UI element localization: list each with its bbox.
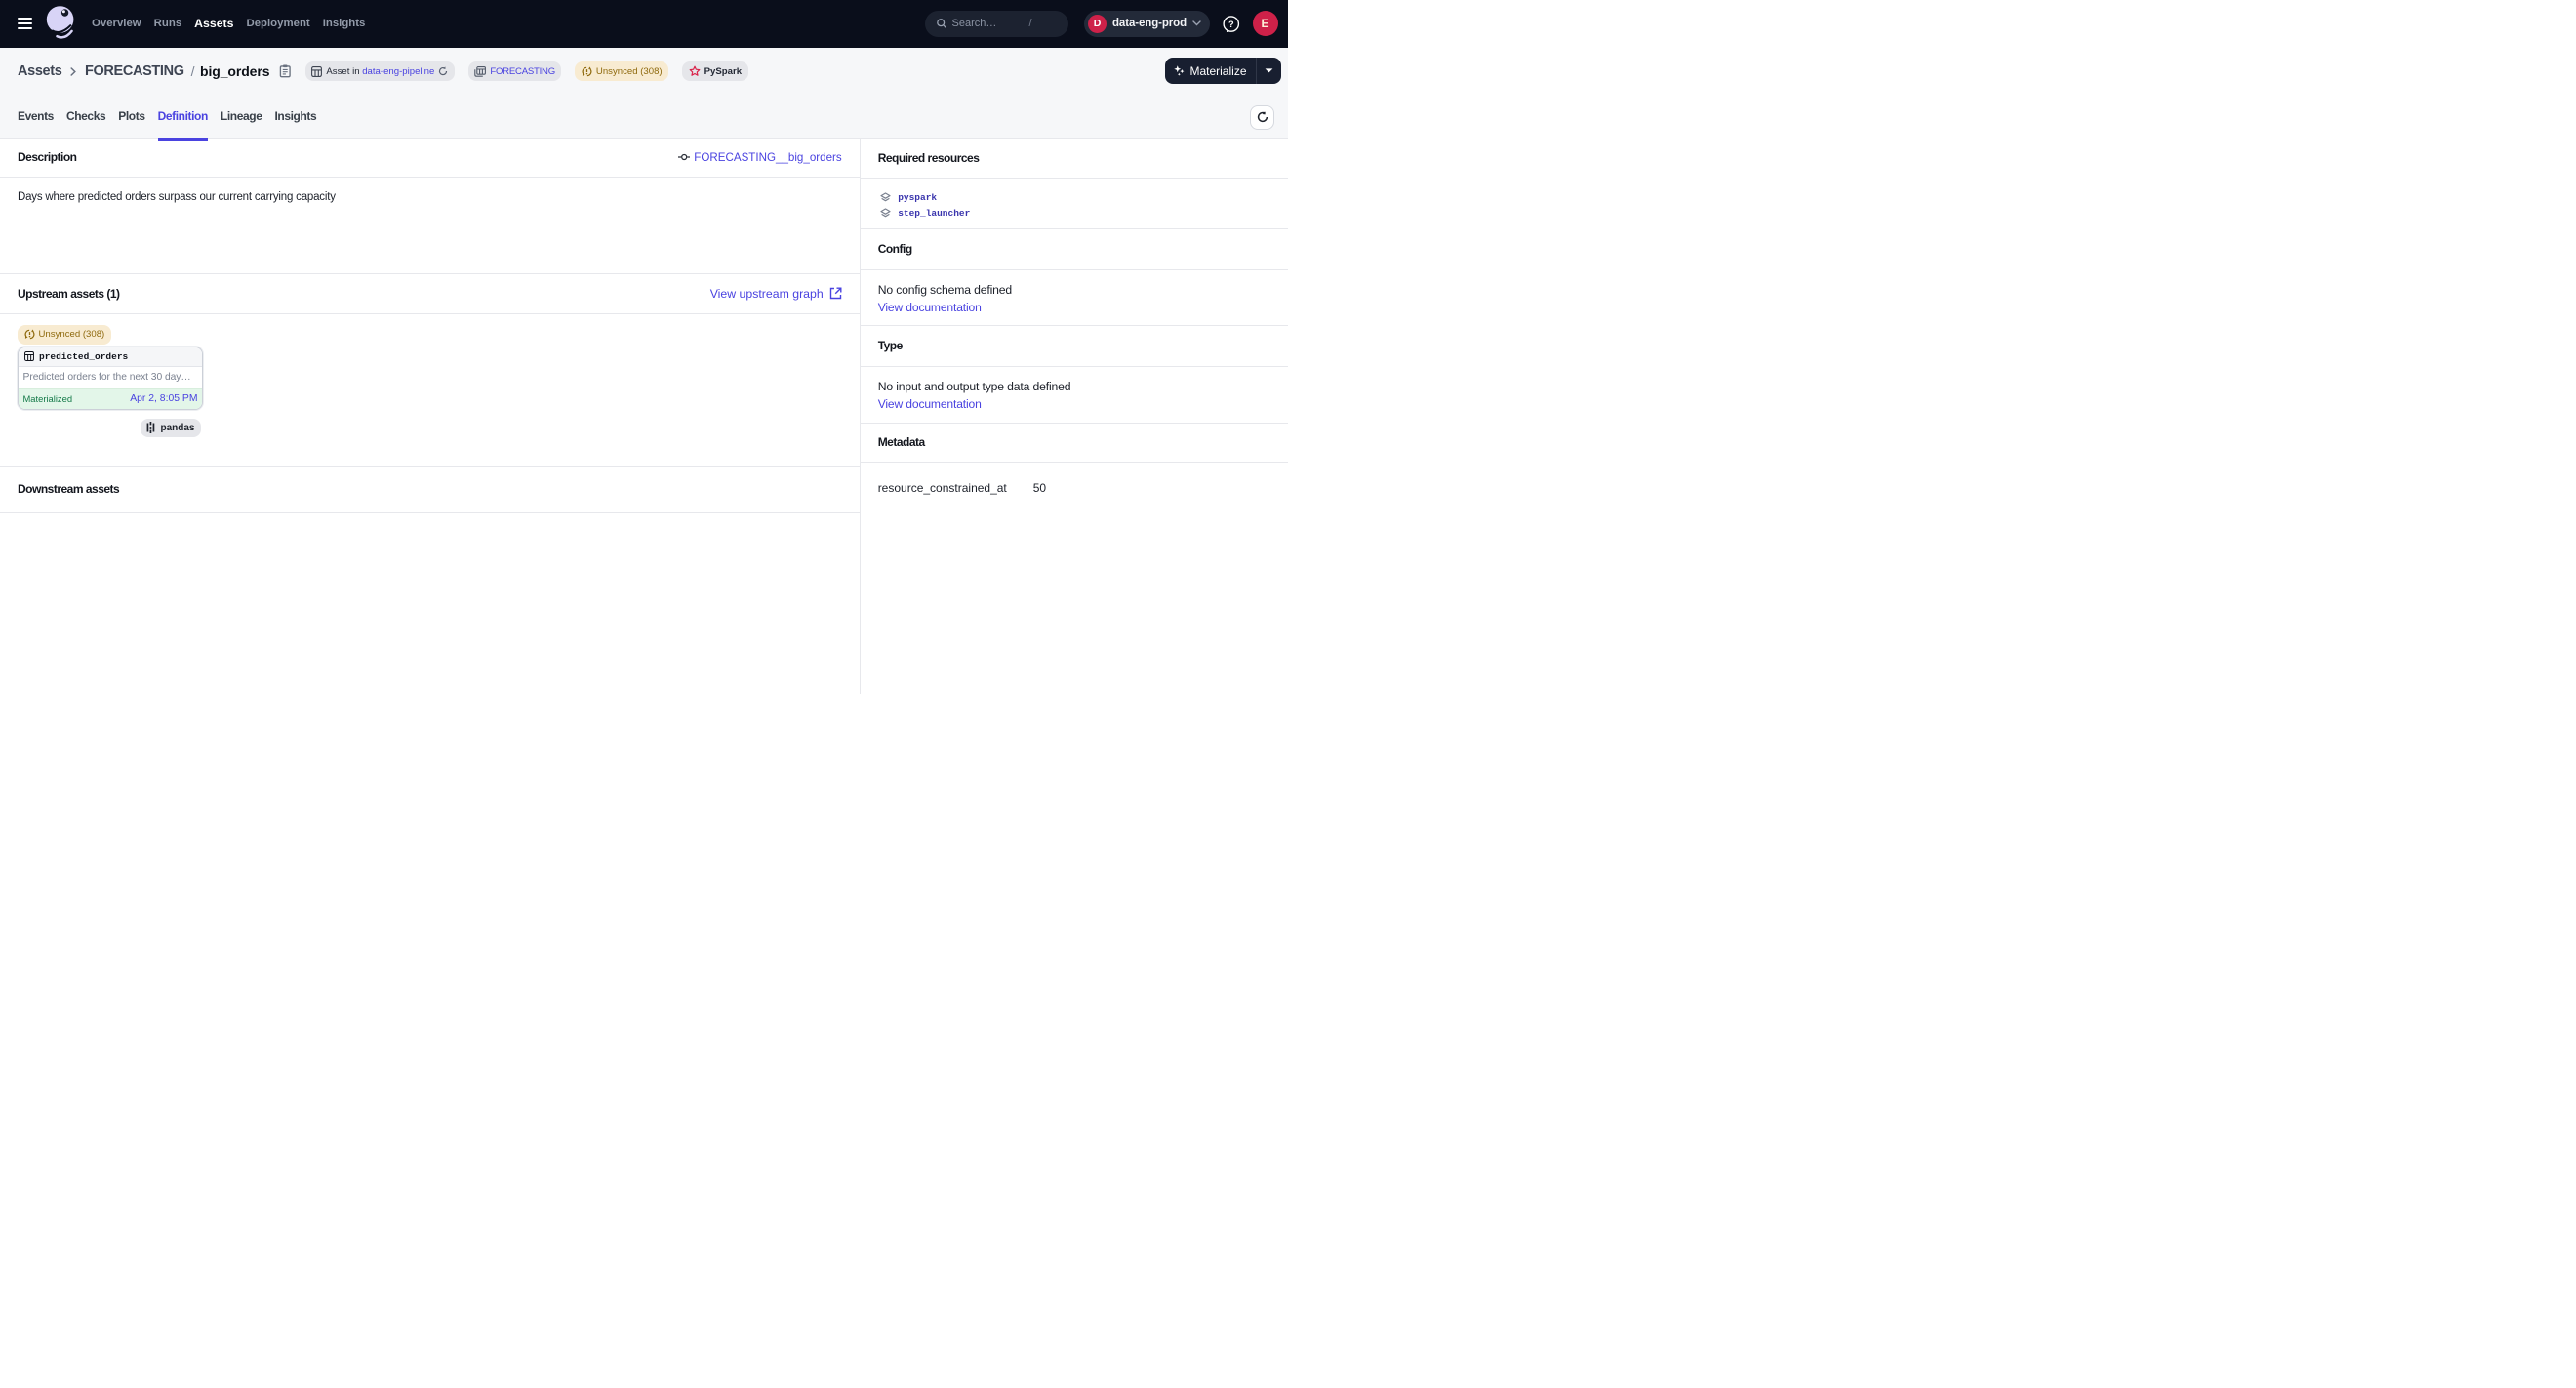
svg-text:?: ? bbox=[1228, 19, 1234, 28]
